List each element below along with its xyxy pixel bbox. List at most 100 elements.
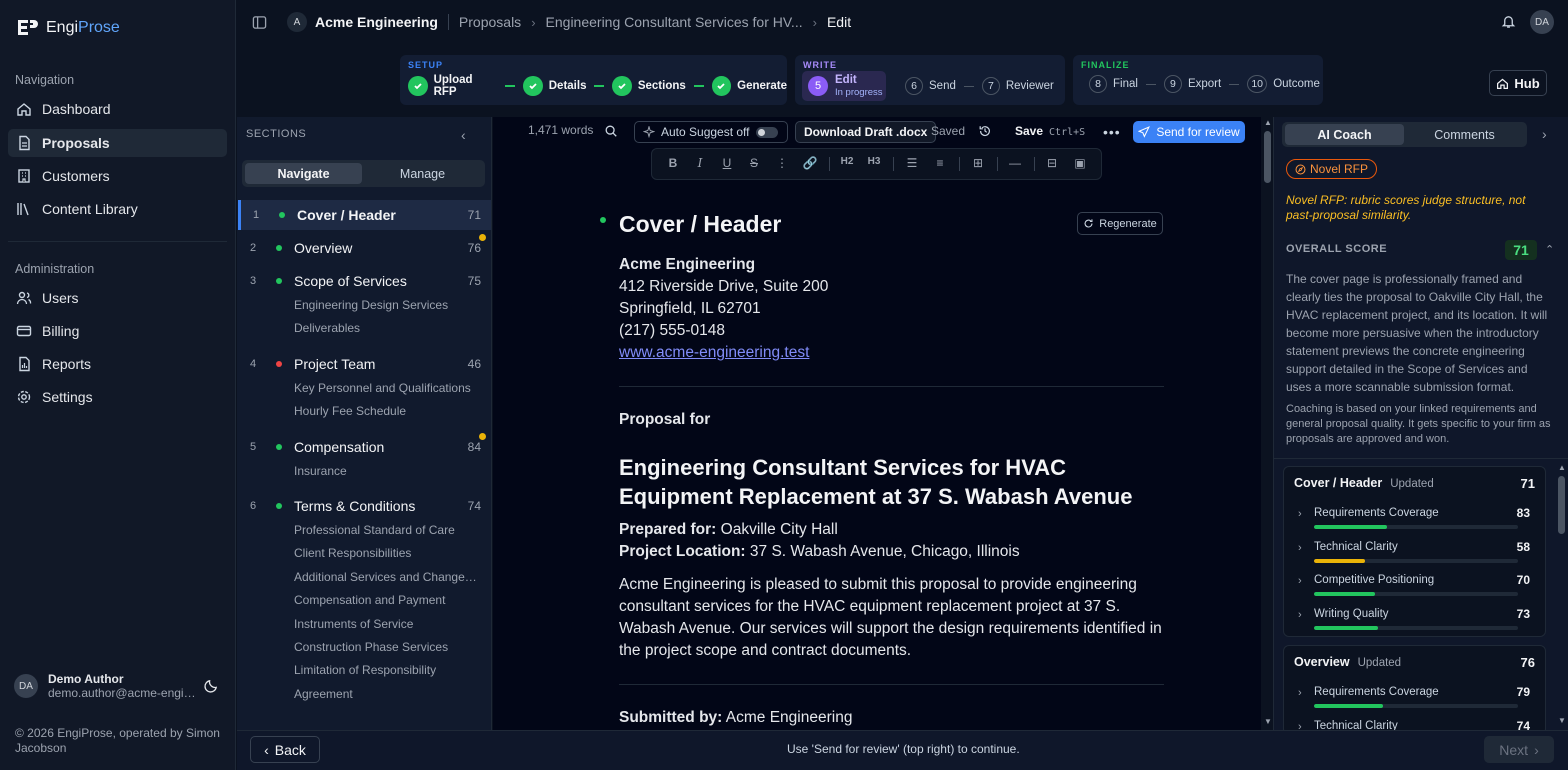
step-details[interactable]: Details (549, 80, 587, 92)
tab-comments[interactable]: Comments (1405, 124, 1524, 145)
user-profile[interactable]: DA Demo Author demo.author@acme-engineer… (14, 672, 196, 700)
subsection-item[interactable]: Engineering Design Services (294, 298, 482, 312)
phone-number[interactable]: (217) 555-0148 (619, 320, 1164, 342)
section-item[interactable]: 1 Cover / Header 71 (238, 200, 491, 230)
step-export[interactable]: Export (1188, 78, 1221, 90)
scroll-down-icon[interactable]: ▼ (1264, 717, 1272, 726)
subsection-item[interactable]: Agreement (294, 687, 482, 701)
history-button[interactable] (978, 124, 992, 138)
collapse-overall-button[interactable]: ⌃ (1545, 243, 1554, 256)
nav-item-customers[interactable]: Customers (8, 162, 227, 190)
step-generate[interactable]: Generate (737, 80, 787, 92)
notifications-button[interactable] (1501, 14, 1516, 29)
user-avatar[interactable]: DA (1530, 10, 1554, 34)
scrollbar-thumb[interactable] (1264, 131, 1271, 183)
nav-item-billing[interactable]: Billing (8, 317, 227, 345)
section-item[interactable]: 6 Terms & Conditions 74 (238, 491, 491, 521)
proposal-title[interactable]: Engineering Consultant Services for HVAC… (619, 453, 1164, 511)
scroll-up-icon[interactable]: ▲ (1558, 463, 1566, 472)
auto-suggest-toggle[interactable]: Auto Suggest off (634, 121, 788, 143)
subsection-item[interactable]: Deliverables (294, 321, 482, 335)
send-for-review-button[interactable]: Send for review (1133, 121, 1245, 143)
italic-icon[interactable]: I (692, 156, 708, 172)
download-draft-button[interactable]: Download Draft .docx (795, 121, 937, 143)
section-item[interactable]: 4 Project Team 46 (238, 349, 491, 379)
breadcrumb-proposal[interactable]: Engineering Consultant Services for HV..… (546, 14, 803, 30)
tab-navigate[interactable]: Navigate (245, 163, 362, 184)
horizontal-rule-icon[interactable]: — (1007, 156, 1023, 172)
section-score-card[interactable]: Overview Updated 76 › Requirements Coverage 7… (1283, 645, 1546, 742)
step-outcome[interactable]: Outcome (1273, 78, 1320, 90)
org-name[interactable]: Acme Engineering (315, 14, 438, 30)
table-icon[interactable]: ⊞ (970, 156, 986, 172)
criterion-row[interactable]: › Writing Quality 73 (1298, 606, 1538, 636)
nav-item-content-library[interactable]: Content Library (8, 195, 227, 223)
page-break-icon[interactable]: ⊟ (1044, 156, 1060, 172)
project-location-line[interactable]: Project Location: 37 S. Wabash Avenue, C… (619, 541, 1164, 563)
bold-icon[interactable]: B (665, 156, 681, 172)
editor-scrollbar[interactable]: ▲ ▼ (1263, 117, 1273, 730)
hub-button[interactable]: Hub (1489, 70, 1547, 96)
intro-paragraph[interactable]: Acme Engineering is pleased to submit th… (619, 574, 1164, 662)
tab-manage[interactable]: Manage (364, 163, 481, 184)
section-score-card[interactable]: Cover / Header Updated 71 › Requirements Cov… (1283, 466, 1546, 637)
heading2-icon[interactable]: H2 (839, 156, 855, 172)
nav-item-users[interactable]: Users (8, 284, 227, 312)
theme-toggle-button[interactable] (204, 678, 219, 693)
subsection-item[interactable]: Limitation of Responsibility (294, 663, 482, 677)
scrollbar-thumb[interactable] (1558, 476, 1565, 534)
tab-ai-coach[interactable]: AI Coach (1285, 124, 1404, 145)
heading3-icon[interactable]: H3 (866, 156, 882, 172)
subsection-item[interactable]: Client Responsibilities (294, 546, 482, 560)
subsection-item[interactable]: Instruments of Service (294, 617, 482, 631)
address-line1[interactable]: 412 Riverside Drive, Suite 200 (619, 276, 1164, 298)
prepared-for-line[interactable]: Prepared for: Oakville City Hall (619, 519, 1164, 541)
step-send[interactable]: Send (929, 80, 956, 92)
more-format-icon[interactable]: ⋮ (774, 156, 790, 172)
breadcrumb-proposals[interactable]: Proposals (459, 14, 521, 30)
toggle-sidebar-button[interactable] (252, 15, 267, 30)
nav-item-reports[interactable]: Reports (8, 350, 227, 378)
website-link[interactable]: www.acme-engineering.test (619, 342, 809, 364)
section-item[interactable]: 3 Scope of Services 75 (238, 266, 491, 296)
link-icon[interactable]: 🔗 (802, 156, 818, 172)
criterion-row[interactable]: › Requirements Coverage 79 (1298, 684, 1538, 714)
subsection-item[interactable]: Hourly Fee Schedule (294, 404, 482, 418)
subsection-item[interactable]: Professional Standard of Care (294, 523, 482, 537)
nav-item-dashboard[interactable]: Dashboard (8, 95, 227, 123)
subsection-item[interactable]: Additional Services and Changes in Scope (294, 570, 482, 584)
save-button[interactable]: Save Ctrl+S (1015, 124, 1085, 138)
back-button[interactable]: ‹ Back (250, 736, 320, 763)
scroll-up-icon[interactable]: ▲ (1264, 118, 1272, 127)
step-final[interactable]: Final (1113, 78, 1138, 90)
step-sections[interactable]: Sections (638, 80, 686, 92)
step-reviewer[interactable]: Reviewer (1006, 80, 1054, 92)
numbered-list-icon[interactable]: ≡ (932, 156, 948, 172)
brand-logo[interactable]: EngiProse (16, 18, 120, 38)
bullet-list-icon[interactable]: ☰ (904, 156, 920, 172)
subsection-item[interactable]: Key Personnel and Qualifications (294, 381, 482, 395)
underline-icon[interactable]: U (719, 156, 735, 172)
search-button[interactable] (604, 124, 618, 138)
collapse-sections-button[interactable]: ‹ (461, 127, 466, 143)
subsection-item[interactable]: Compensation and Payment (294, 593, 482, 607)
submitted-by-line[interactable]: Submitted by: Acme Engineering (619, 707, 1164, 729)
nav-item-proposals[interactable]: Proposals (8, 129, 227, 157)
image-icon[interactable]: ▣ (1072, 156, 1088, 172)
step-upload-rfp[interactable]: Upload RFP (434, 74, 498, 98)
section-item[interactable]: 5 Compensation 84 (238, 432, 491, 462)
criterion-row[interactable]: › Technical Clarity 58 (1298, 539, 1538, 569)
section-item[interactable]: 2 Overview 76 (238, 233, 491, 263)
toggle-switch[interactable] (755, 126, 778, 138)
criterion-row[interactable]: › Requirements Coverage 83 (1298, 505, 1538, 535)
address-line2[interactable]: Springfield, IL 62701 (619, 298, 1164, 320)
collapse-coach-button[interactable]: › (1542, 126, 1547, 142)
coach-scrollbar[interactable]: ▲ ▼ (1556, 462, 1568, 730)
scroll-down-icon[interactable]: ▼ (1558, 716, 1566, 725)
next-button[interactable]: Next › (1484, 736, 1554, 763)
criterion-row[interactable]: › Competitive Positioning 70 (1298, 572, 1538, 602)
company-name[interactable]: Acme Engineering (619, 254, 1164, 276)
strikethrough-icon[interactable]: S (746, 156, 762, 172)
nav-item-settings[interactable]: Settings (8, 383, 227, 411)
subsection-item[interactable]: Insurance (294, 464, 482, 478)
